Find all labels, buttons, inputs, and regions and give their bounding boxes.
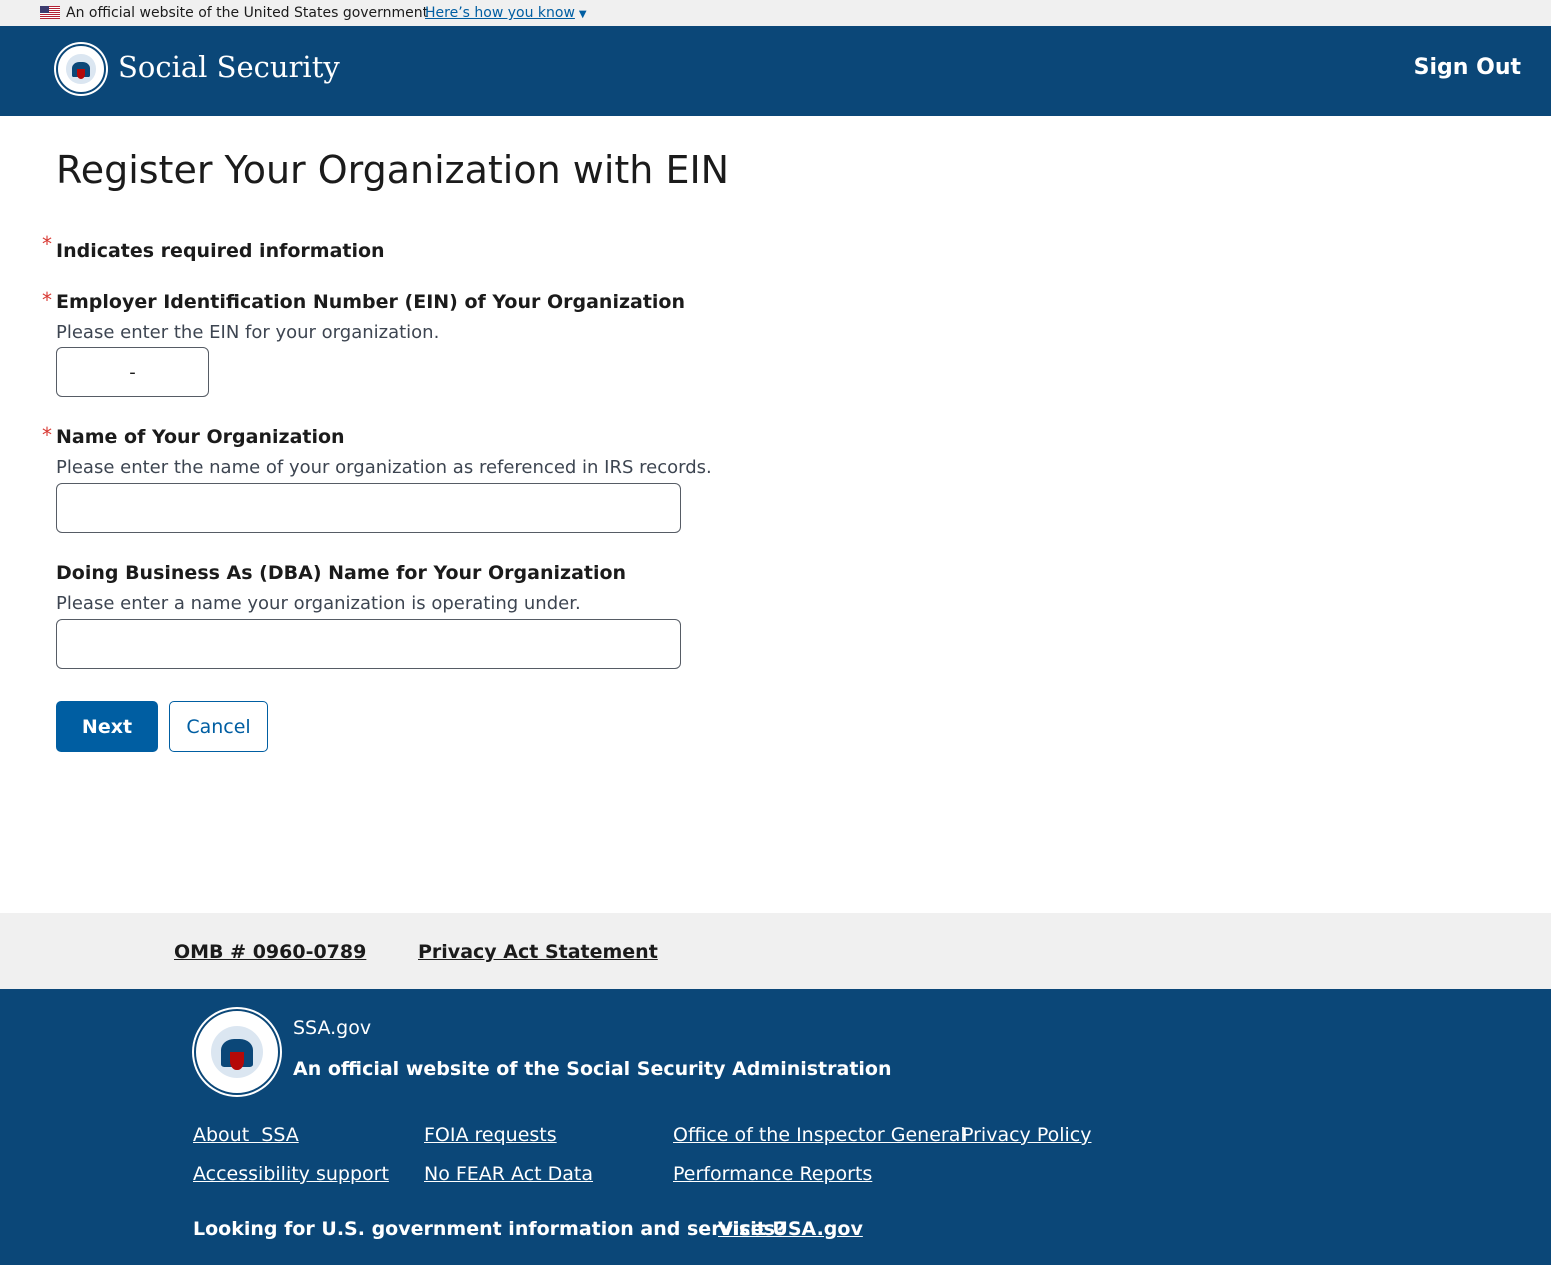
org-name-hint: Please enter the name of your organizati… [56,457,712,478]
next-button[interactable]: Next [56,701,158,752]
footer-link-about-ssa[interactable]: About SSA [193,1124,299,1146]
site-footer: SSA.gov An official website of the Socia… [0,989,1551,1265]
ein-required-marker: * [42,288,52,312]
org-name-input[interactable] [56,483,681,533]
required-note: Indicates required information [56,240,385,262]
org-name-required-marker: * [42,423,52,447]
org-name-label: Name of Your Organization [56,426,345,448]
site-header: Social Security Sign Out [0,26,1551,116]
cancel-button[interactable]: Cancel [169,701,268,752]
footer-looking-text: Looking for U.S. government information … [193,1218,786,1240]
heres-how-you-know-label: Here’s how you know [425,5,575,21]
footer-link-foia[interactable]: FOIA requests [424,1124,557,1146]
gov-banner: An official website of the United States… [0,0,1551,26]
footer-official-text: An official website of the Social Securi… [293,1058,892,1080]
footer-link-no-fear[interactable]: No FEAR Act Data [424,1163,593,1185]
footer-site-name: SSA.gov [293,1017,372,1039]
visit-usa-gov-link[interactable]: Visit USA.gov [718,1218,863,1240]
ssa-seal-footer-logo[interactable] [194,1009,280,1095]
footer-link-privacy-policy[interactable]: Privacy Policy [962,1124,1091,1146]
privacy-act-statement-link[interactable]: Privacy Act Statement [418,941,658,963]
gov-banner-text: An official website of the United States… [66,5,429,21]
heres-how-you-know-link[interactable]: Here’s how you know ▼ [425,5,587,21]
page-title: Register Your Organization with EIN [56,148,730,192]
ein-hint: Please enter the EIN for your organizati… [56,322,440,343]
dba-name-input[interactable] [56,619,681,669]
footer-link-accessibility[interactable]: Accessibility support [193,1163,389,1185]
chevron-down-icon: ▼ [578,9,587,20]
footer-link-oig[interactable]: Office of the Inspector General [673,1124,966,1146]
dba-name-hint: Please enter a name your organization is… [56,593,581,614]
ein-input[interactable] [56,347,209,397]
brand-title[interactable]: Social Security [118,50,340,84]
omb-number-link[interactable]: OMB # 0960-0789 [174,941,366,963]
us-flag-icon [40,6,60,19]
footer-top-bar: OMB # 0960-0789 Privacy Act Statement [0,913,1551,989]
dba-name-label: Doing Business As (DBA) Name for Your Or… [56,562,627,584]
footer-link-performance-reports[interactable]: Performance Reports [673,1163,872,1185]
ein-label: Employer Identification Number (EIN) of … [56,291,686,313]
ssa-seal-logo[interactable] [56,44,106,94]
required-marker: * [42,232,52,256]
sign-out-link[interactable]: Sign Out [1414,55,1521,80]
